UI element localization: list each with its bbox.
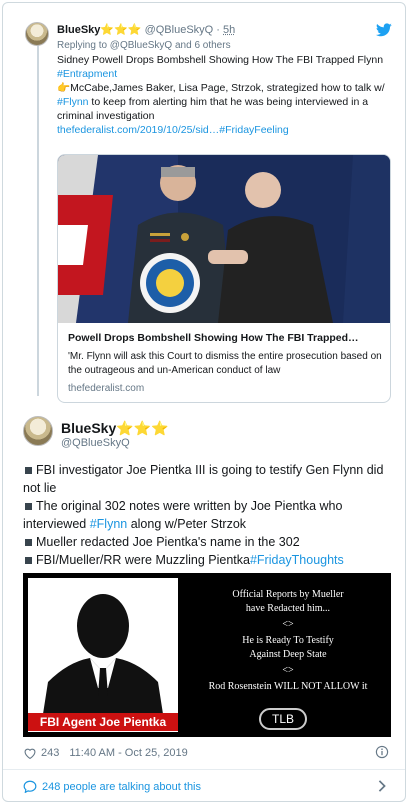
meme-line-1: Official Reports by Mueller (232, 589, 344, 600)
main-author-handle[interactable]: @QBlueSkyQ (61, 437, 130, 449)
parent-name-stars: ⭐⭐⭐ (100, 24, 142, 36)
link-preview-card[interactable]: Powell Drops Bombshell Showing How The F… (57, 154, 391, 403)
bullet-line: The original 302 notes were written by J… (23, 499, 343, 531)
main-tweet-text: FBI investigator Joe Pientka III is goin… (23, 461, 393, 569)
like-count[interactable]: 243 (41, 747, 59, 759)
main-avatar[interactable] (23, 416, 53, 446)
chevron-right-icon[interactable] (377, 780, 387, 792)
embedded-tweet-card: BlueSky⭐⭐⭐ @QBlueSkyQ · 5h Replying to @… (2, 2, 406, 802)
preview-photo (58, 155, 390, 323)
conversation-link[interactable]: 248 people are talking about this (23, 780, 201, 793)
silhouette-panel (28, 578, 178, 732)
preview-title: Powell Drops Bombshell Showing How The F… (68, 332, 359, 344)
meme-line-2: have Redacted him... (245, 603, 331, 614)
tweet-image[interactable]: FBI Agent Joe Pientka Official Reports b… (23, 573, 391, 737)
heart-icon[interactable] (23, 747, 37, 759)
meme-separator-2: <> (282, 665, 294, 676)
parent-timestamp[interactable]: 5h (223, 24, 235, 36)
parent-avatar[interactable] (25, 22, 49, 46)
pointing-hand-emoji: 👉 (57, 82, 71, 94)
meme-line-5: Rod Rosenstein WILL NOT ALLOW it (208, 681, 368, 692)
twitter-bird-icon[interactable] (376, 23, 392, 37)
tweet-footer: 243 11:40 AM - Oct 25, 2019 (23, 747, 188, 759)
hashtag-fridayfeeling[interactable]: #FridayFeeling (219, 124, 288, 136)
info-icon[interactable] (375, 745, 389, 759)
article-link[interactable]: thefederalist.com/2019/10/25/sid… (57, 124, 219, 136)
parent-tweet-text: Sidney Powell Drops Bombshell Showing Ho… (57, 54, 385, 136)
hashtag-flynn-main[interactable]: #Flynn (90, 517, 128, 531)
tweet-timestamp[interactable]: 11:40 AM - Oct 25, 2019 (69, 747, 187, 759)
person-silhouette-icon (43, 594, 163, 714)
footer-divider (3, 769, 405, 770)
main-name-stars: ⭐⭐⭐ (116, 420, 169, 436)
parent-author-handle[interactable]: @QBlueSkyQ (145, 24, 214, 36)
thread-connector (37, 41, 39, 396)
black-square-icon (25, 466, 32, 474)
meme-line-4: Against Deep State (249, 649, 327, 660)
main-author-name[interactable]: BlueSky⭐⭐⭐ (61, 420, 169, 437)
black-square-icon (25, 502, 32, 510)
bullet-line: FBI/Mueller/RR were Muzzling Pientka#Fri… (23, 551, 393, 569)
preview-domain: thefederalist.com (68, 383, 145, 394)
black-square-icon (25, 556, 32, 564)
hashtag-entrapment[interactable]: #Entrapment (57, 68, 117, 80)
tlb-logo: TLB (259, 708, 307, 730)
fbi-agent-label: FBI Agent Joe Pientka (28, 713, 178, 731)
black-square-icon (25, 538, 32, 546)
meme-separator-1: <> (282, 619, 294, 630)
bullet-line: Mueller redacted Joe Pientka's name in t… (23, 533, 393, 551)
parent-author-name[interactable]: BlueSky (57, 24, 100, 36)
meme-line-3: He is Ready To Testify (242, 635, 334, 646)
bullet-line: FBI investigator Joe Pientka III is goin… (23, 463, 384, 495)
parent-tweet-header: BlueSky⭐⭐⭐ @QBlueSkyQ · 5h (57, 24, 236, 36)
hashtag-fridaythoughts[interactable]: #FridayThoughts (250, 553, 344, 567)
replying-to-line[interactable]: Replying to @QBlueSkyQ and 6 others (57, 40, 231, 51)
preview-description: 'Mr. Flynn will ask this Court to dismis… (68, 351, 382, 376)
hashtag-flynn[interactable]: #Flynn (57, 96, 89, 108)
speech-bubble-icon (23, 780, 37, 793)
talking-count: 248 people are talking about this (42, 780, 202, 793)
